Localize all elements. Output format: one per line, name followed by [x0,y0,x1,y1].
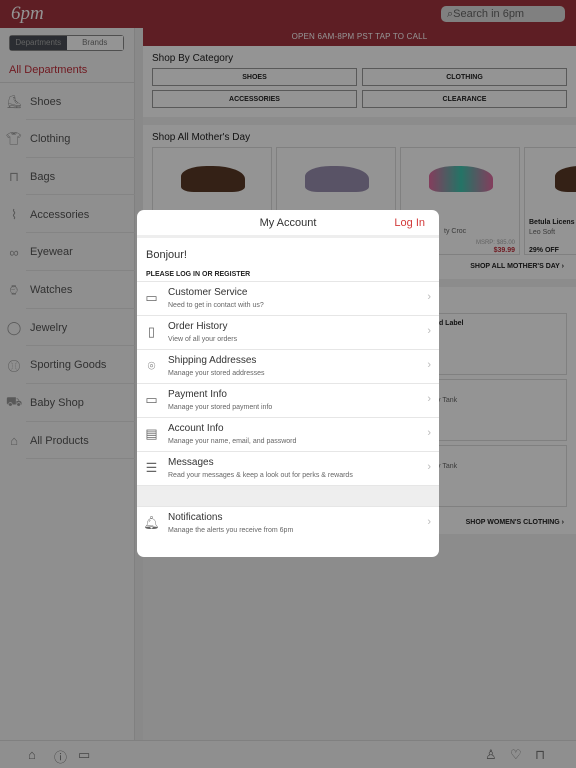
credit-card-icon: ▭ [145,392,158,407]
row-subtitle: Manage your stored addresses [168,370,265,377]
bell-icon: 🔔︎ [143,515,160,530]
row-title: Shipping Addresses [168,355,257,366]
payment-info-row[interactable]: ▭ Payment Info Manage your stored payment … [137,383,439,417]
chevron-right-icon: › [427,291,431,303]
chevron-right-icon: › [427,359,431,371]
my-account-modal: My Account Log In Bonjour! PLEASE LOG IN… [137,210,439,557]
messages-row[interactable]: ☰ Messages Read your messages & keep a loo… [137,451,439,485]
order-history-row[interactable]: ▯ Order History View of all your orders › [137,315,439,349]
shipping-addresses-row[interactable]: ⌾ Shipping Addresses Manage your stored ad… [137,349,439,383]
row-title: Messages [168,457,214,468]
row-subtitle: Read your messages & keep a look out for… [168,472,353,479]
account-info-row[interactable]: ▤ Account Info Manage your name, email, an… [137,417,439,451]
message-icon: ☰ [145,460,158,475]
chevron-right-icon: › [427,393,431,405]
row-title: Order History [168,321,228,332]
id-card-icon: ▤ [145,426,158,441]
chevron-right-icon: › [427,325,431,337]
greeting: Bonjour! [146,249,187,261]
row-subtitle: Manage your name, email, and password [168,438,297,445]
row-title: Customer Service [168,287,248,298]
row-title: Account Info [168,423,224,434]
chat-bubble-icon: ▭ [145,290,158,305]
chevron-right-icon: › [427,427,431,439]
chevron-right-icon: › [427,516,431,528]
receipt-icon: ▯ [147,324,156,339]
row-subtitle: Manage your stored payment info [168,404,273,411]
customer-service-row[interactable]: ▭ Customer Service Need to get in contact … [137,281,439,315]
login-button[interactable]: Log In [394,210,425,237]
row-subtitle: Manage the alerts you receive from 6pm [168,527,294,534]
row-title: Notifications [168,512,223,523]
divider [137,485,439,506]
row-subtitle: Need to get in contact with us? [168,302,264,309]
row-title: Payment Info [168,389,227,400]
login-prompt: PLEASE LOG IN OR REGISTER [146,271,251,278]
notifications-row[interactable]: 🔔︎ Notifications Manage the alerts you r… [137,506,439,540]
row-subtitle: View of all your orders [168,336,238,343]
chevron-right-icon: › [427,461,431,473]
location-pin-icon: ⌾ [147,358,156,373]
